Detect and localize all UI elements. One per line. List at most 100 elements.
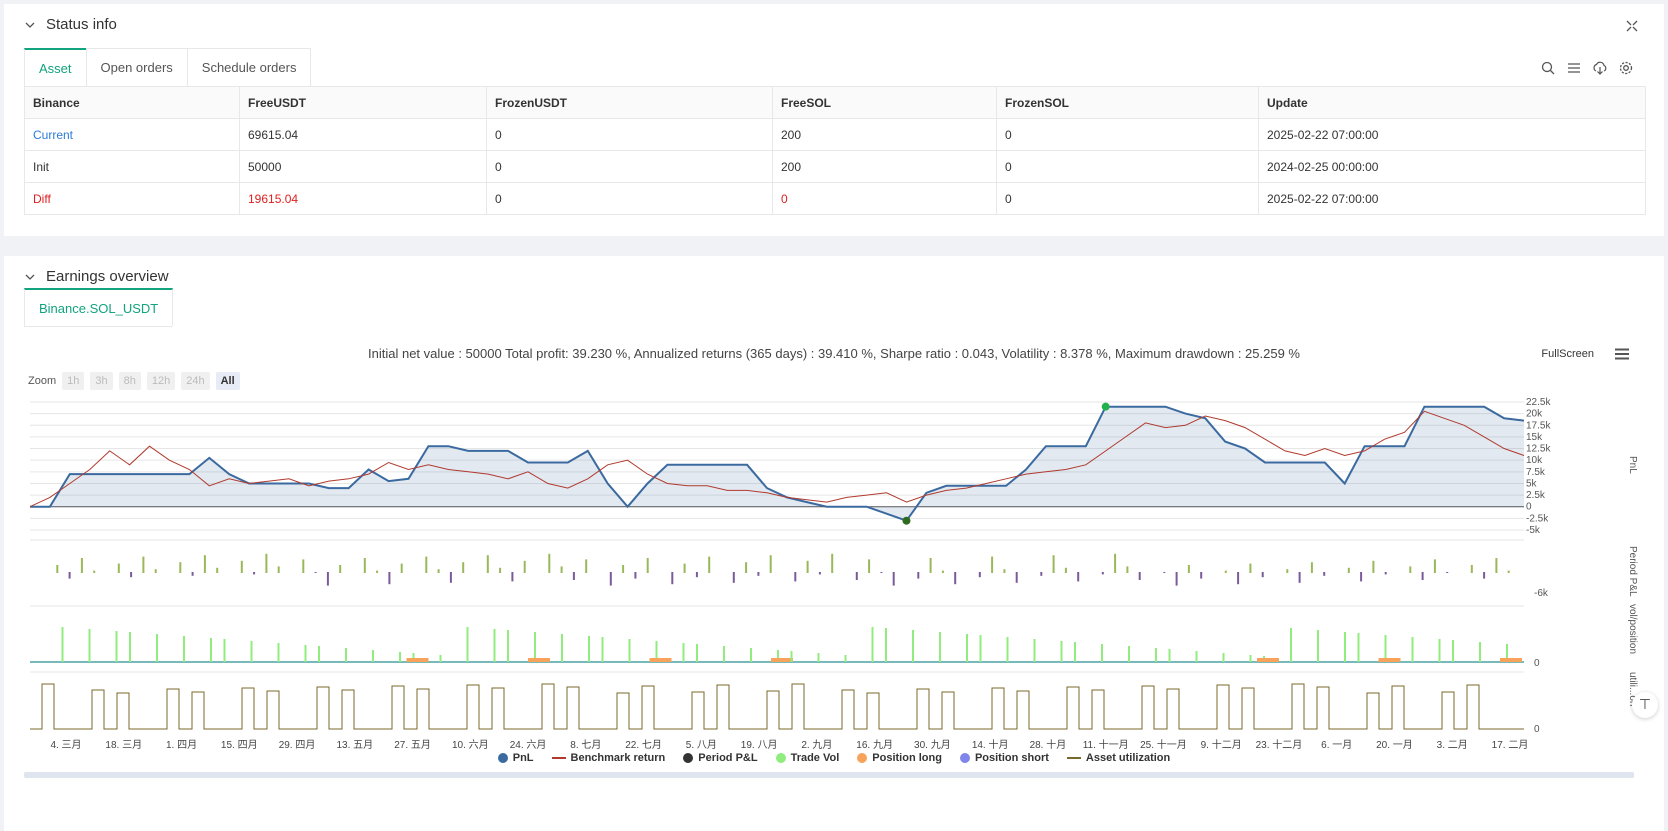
tab-open-orders[interactable]: Open orders <box>85 48 188 86</box>
status-panel: Status info Asset Open orders Schedule o… <box>4 4 1664 236</box>
zoom-8h[interactable]: 8h <box>118 372 141 390</box>
table-header-row: Binance FreeUSDT FrozenUSDT FreeSOL Froz… <box>24 86 1646 119</box>
trade-vol-bar <box>750 648 752 662</box>
y-tick-label: 15k <box>1526 432 1543 443</box>
period-bar <box>1286 569 1289 573</box>
table-cell: 0 <box>486 150 773 183</box>
table-cell: 0 <box>996 118 1259 151</box>
period-bar <box>56 565 59 573</box>
zoom-3h[interactable]: 3h <box>90 372 113 390</box>
period-bar <box>622 565 625 573</box>
trade-vol-bar <box>1222 653 1225 662</box>
legend-marker <box>683 753 694 763</box>
column-header: Update <box>1258 86 1646 119</box>
table-cell: Init <box>24 150 240 183</box>
trade-vol-bar <box>129 632 131 662</box>
period-tick-label: -6k <box>1534 588 1549 599</box>
x-tick-label: 17. 二月 <box>1492 739 1529 751</box>
period-bar <box>1175 572 1178 586</box>
period-bar <box>277 566 280 573</box>
period-bar <box>929 558 932 573</box>
tab-binance-sol-usdt[interactable]: Binance.SOL_USDT <box>24 288 174 326</box>
y-tick-label: 2.5k <box>1526 490 1546 501</box>
period-bar <box>1347 567 1350 573</box>
legend-benchmark[interactable]: Benchmark return <box>551 752 665 764</box>
table-tools <box>1540 60 1634 76</box>
zoom-24h[interactable]: 24h <box>181 372 210 390</box>
menu-icon[interactable] <box>1614 348 1630 360</box>
util-tick-label: 0 <box>1534 724 1540 735</box>
y-tick-label: 22.5k <box>1526 397 1551 408</box>
trade-vol-bar <box>115 631 118 662</box>
tab-schedule-orders[interactable]: Schedule orders <box>186 48 312 86</box>
y-tick-label: -2.5k <box>1526 513 1549 524</box>
period-bar <box>326 572 329 586</box>
trade-vol-bar <box>682 643 685 662</box>
zoom-label: Zoom <box>28 375 57 387</box>
tab-asset[interactable]: Asset <box>24 48 87 86</box>
period-bar <box>1003 569 1006 573</box>
table-cell: 0 <box>772 182 997 215</box>
period-bar <box>1446 572 1449 573</box>
period-bar <box>1421 572 1424 580</box>
zoom-all[interactable]: All <box>215 372 240 390</box>
trade-vol-bar <box>871 627 874 662</box>
position-long-bar <box>771 658 793 662</box>
legend-position-short[interactable]: Position short <box>959 752 1049 764</box>
period-bar <box>1470 565 1473 573</box>
legend-period-pl[interactable]: Period P&L <box>683 752 758 764</box>
table-cell[interactable]: Current <box>24 118 240 151</box>
collapse-icon[interactable] <box>1626 20 1638 32</box>
table-row: Init 50000 0 200 0 2024-02-25 00:00:00 <box>24 150 1646 183</box>
table-cell: 0 <box>996 150 1259 183</box>
period-bar <box>302 559 305 573</box>
earnings-tabs: Binance.SOL_USDT <box>24 288 174 327</box>
period-bar <box>991 556 994 573</box>
status-header[interactable]: Status info <box>24 16 117 33</box>
legend-marker <box>1066 757 1081 759</box>
earnings-header[interactable]: Earnings overview <box>24 268 169 285</box>
period-bar <box>1249 563 1252 573</box>
legend-position-long[interactable]: Position long <box>857 752 942 764</box>
scroll-top-button[interactable]: ⊤ <box>1632 692 1658 718</box>
period-bar <box>831 553 834 573</box>
zoom-12h[interactable]: 12h <box>146 372 176 390</box>
earnings-chart: 22.5k20k17.5k15k12.5k10k7.5k5k2.5k0-2.5k… <box>29 397 1638 751</box>
pnl-area <box>30 406 1524 521</box>
fullscreen-button[interactable]: FullScreen <box>1541 348 1594 360</box>
legend-marker <box>551 757 566 759</box>
trade-vol-bar <box>223 639 226 662</box>
legend-pnl[interactable]: PnL <box>497 752 534 764</box>
search-icon[interactable] <box>1540 60 1556 76</box>
period-bar <box>732 572 735 583</box>
column-header: Binance <box>24 86 240 119</box>
x-tick-label: 4. 三月 <box>50 739 81 751</box>
trade-vol-bar <box>885 628 887 662</box>
period-bar <box>634 572 637 579</box>
position-long-bar <box>528 658 550 662</box>
chevron-down-icon <box>25 22 35 28</box>
download-icon[interactable] <box>1592 60 1608 76</box>
period-bar <box>806 560 809 573</box>
column-header: FrozenSOL <box>996 86 1259 119</box>
x-tick-label: 14. 十月 <box>972 738 1009 751</box>
trade-vol-bar <box>345 648 347 662</box>
max-point-marker <box>1101 402 1110 411</box>
gear-icon[interactable] <box>1618 60 1634 76</box>
legend-asset-utilization[interactable]: Asset utilization <box>1066 752 1170 764</box>
trade-vol-bar <box>210 638 212 662</box>
list-icon[interactable] <box>1566 60 1582 76</box>
trade-vol-bar <box>912 630 914 662</box>
position-long-bar <box>1378 658 1401 662</box>
table-cell: 200 <box>772 150 997 183</box>
legend-trade-vol[interactable]: Trade Vol <box>775 752 839 764</box>
range-scrollbar[interactable] <box>24 772 1634 778</box>
x-tick-label: 19. 八月 <box>741 739 778 751</box>
x-tick-label: 27. 五月 <box>394 739 431 751</box>
zoom-1h[interactable]: 1h <box>62 372 85 390</box>
trade-vol-bar <box>1074 642 1076 662</box>
trade-vol-bar <box>534 632 536 662</box>
zoom-controls: Zoom 1h 3h 8h 12h 24h All <box>28 372 240 390</box>
trade-vol-bar <box>561 634 563 662</box>
period-bar <box>1052 555 1055 573</box>
